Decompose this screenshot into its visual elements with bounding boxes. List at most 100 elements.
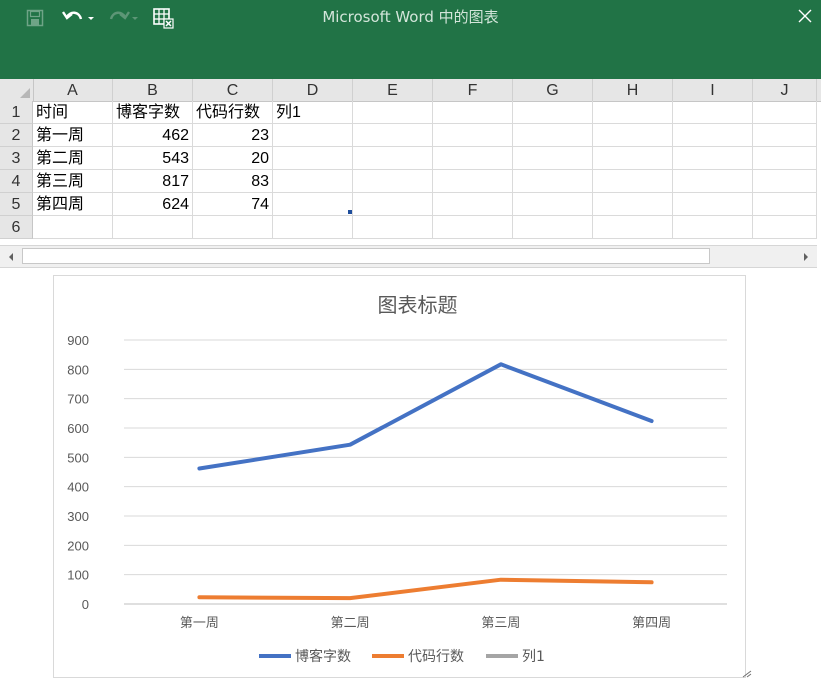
cell-j4[interactable] [753, 170, 817, 193]
cell-i1[interactable] [673, 101, 753, 124]
cell-i5[interactable] [673, 193, 753, 216]
cell-g1[interactable] [513, 101, 593, 124]
cell-i4[interactable] [673, 170, 753, 193]
series-line-2[interactable] [197, 577, 654, 601]
cell-j5[interactable] [753, 193, 817, 216]
cell-a1[interactable]: 时间 [33, 101, 113, 124]
cell-g3[interactable] [513, 147, 593, 170]
cell-d3[interactable] [273, 147, 353, 170]
chart-area[interactable]: 图表标题 0 100 200 300 400 500 600 700 800 900 第一周 第二周 第三… [53, 275, 746, 678]
cell-g4[interactable] [513, 170, 593, 193]
column-header-d[interactable]: D [273, 79, 353, 101]
x-tick-label: 第三周 [481, 616, 520, 631]
cell-h2[interactable] [593, 124, 673, 147]
cell-f3[interactable] [433, 147, 513, 170]
column-header-g[interactable]: G [513, 79, 593, 101]
cell-c3[interactable]: 20 [193, 147, 273, 170]
cell-e6[interactable] [353, 216, 433, 239]
cell-d2[interactable] [273, 124, 353, 147]
cell-a4[interactable]: 第三周 [33, 170, 113, 193]
y-tick-label: 700 [67, 392, 89, 407]
row-header-6[interactable]: 6 [0, 216, 33, 239]
cell-b6[interactable] [113, 216, 193, 239]
cell-j3[interactable] [753, 147, 817, 170]
cell-f2[interactable] [433, 124, 513, 147]
cell-a2[interactable]: 第一周 [33, 124, 113, 147]
column-header-a[interactable]: A [33, 79, 113, 101]
chart-title[interactable]: 图表标题 [378, 293, 458, 317]
horizontal-scrollbar[interactable] [0, 245, 817, 268]
cell-c6[interactable] [193, 216, 273, 239]
y-tick-label: 200 [67, 538, 89, 553]
legend-label[interactable]: 博客字数 [295, 648, 351, 665]
cell-h1[interactable] [593, 101, 673, 124]
cell-e1[interactable] [353, 101, 433, 124]
cell-c5[interactable]: 74 [193, 193, 273, 216]
cell-h4[interactable] [593, 170, 673, 193]
cell-d5[interactable] [273, 193, 353, 216]
column-header-j[interactable]: J [753, 79, 817, 101]
row-header-5[interactable]: 5 [0, 193, 33, 216]
spreadsheet-grid: A B C D E F G H I J 1 2 3 4 5 6 时间 博客字数 代码… [0, 79, 821, 269]
scrollbar-thumb[interactable] [22, 248, 710, 264]
cell-h6[interactable] [593, 216, 673, 239]
cell-d6[interactable] [273, 216, 353, 239]
line-chart: 图表标题 0 100 200 300 400 500 600 700 800 900 第一周 第二周 第三… [67, 293, 727, 665]
column-header-i[interactable]: I [673, 79, 753, 101]
cell-c4[interactable]: 83 [193, 170, 273, 193]
cell-i3[interactable] [673, 147, 753, 170]
row-header-3[interactable]: 3 [0, 147, 33, 170]
cell-e2[interactable] [353, 124, 433, 147]
column-header-c[interactable]: C [193, 79, 273, 101]
cell-b4[interactable]: 817 [113, 170, 193, 193]
column-header-h[interactable]: H [593, 79, 673, 101]
cell-h5[interactable] [593, 193, 673, 216]
cell-b3[interactable]: 543 [113, 147, 193, 170]
cell-j6[interactable] [753, 216, 817, 239]
cell-c2[interactable]: 23 [193, 124, 273, 147]
cell-f6[interactable] [433, 216, 513, 239]
cell-b2[interactable]: 462 [113, 124, 193, 147]
cell-a5[interactable]: 第四周 [33, 193, 113, 216]
y-tick-label: 100 [67, 568, 89, 583]
cell-f4[interactable] [433, 170, 513, 193]
cell-b5[interactable]: 624 [113, 193, 193, 216]
column-header-b[interactable]: B [113, 79, 193, 101]
table-resize-handle[interactable] [348, 210, 352, 214]
column-header-f[interactable]: F [433, 79, 513, 101]
series-line-1[interactable] [197, 362, 654, 471]
caret-right-icon [803, 252, 808, 261]
cell-c1[interactable]: 代码行数 [193, 101, 273, 124]
cell-i2[interactable] [673, 124, 753, 147]
legend-label[interactable]: 代码行数 [408, 649, 464, 665]
select-all-corner[interactable] [0, 79, 34, 101]
cell-j1[interactable] [753, 101, 817, 124]
cell-i6[interactable] [673, 216, 753, 239]
scroll-right-button[interactable] [797, 246, 814, 267]
resize-grip-icon[interactable] [742, 670, 752, 678]
cell-f1[interactable] [433, 101, 513, 124]
legend-label[interactable]: 列1 [522, 649, 545, 665]
cell-f5[interactable] [433, 193, 513, 216]
cell-g5[interactable] [513, 193, 593, 216]
cell-g6[interactable] [513, 216, 593, 239]
scroll-left-button[interactable] [2, 246, 19, 267]
row-header-1[interactable]: 1 [0, 101, 33, 124]
cell-e4[interactable] [353, 170, 433, 193]
cell-d1[interactable]: 列1 [273, 101, 353, 124]
cell-a3[interactable]: 第二周 [33, 147, 113, 170]
cell-a6[interactable] [33, 216, 113, 239]
cell-h3[interactable] [593, 147, 673, 170]
cell-g2[interactable] [513, 124, 593, 147]
cell-e5[interactable] [353, 193, 433, 216]
cell-d4[interactable] [273, 170, 353, 193]
row-header-4[interactable]: 4 [0, 170, 33, 193]
row-header-2[interactable]: 2 [0, 124, 33, 147]
y-tick-label: 800 [67, 362, 89, 377]
window-title: Microsoft Word 中的图表 [322, 8, 499, 26]
cell-e3[interactable] [353, 147, 433, 170]
cell-j2[interactable] [753, 124, 817, 147]
cell-b1[interactable]: 博客字数 [113, 101, 193, 124]
close-button[interactable] [793, 4, 817, 28]
column-header-e[interactable]: E [353, 79, 433, 101]
